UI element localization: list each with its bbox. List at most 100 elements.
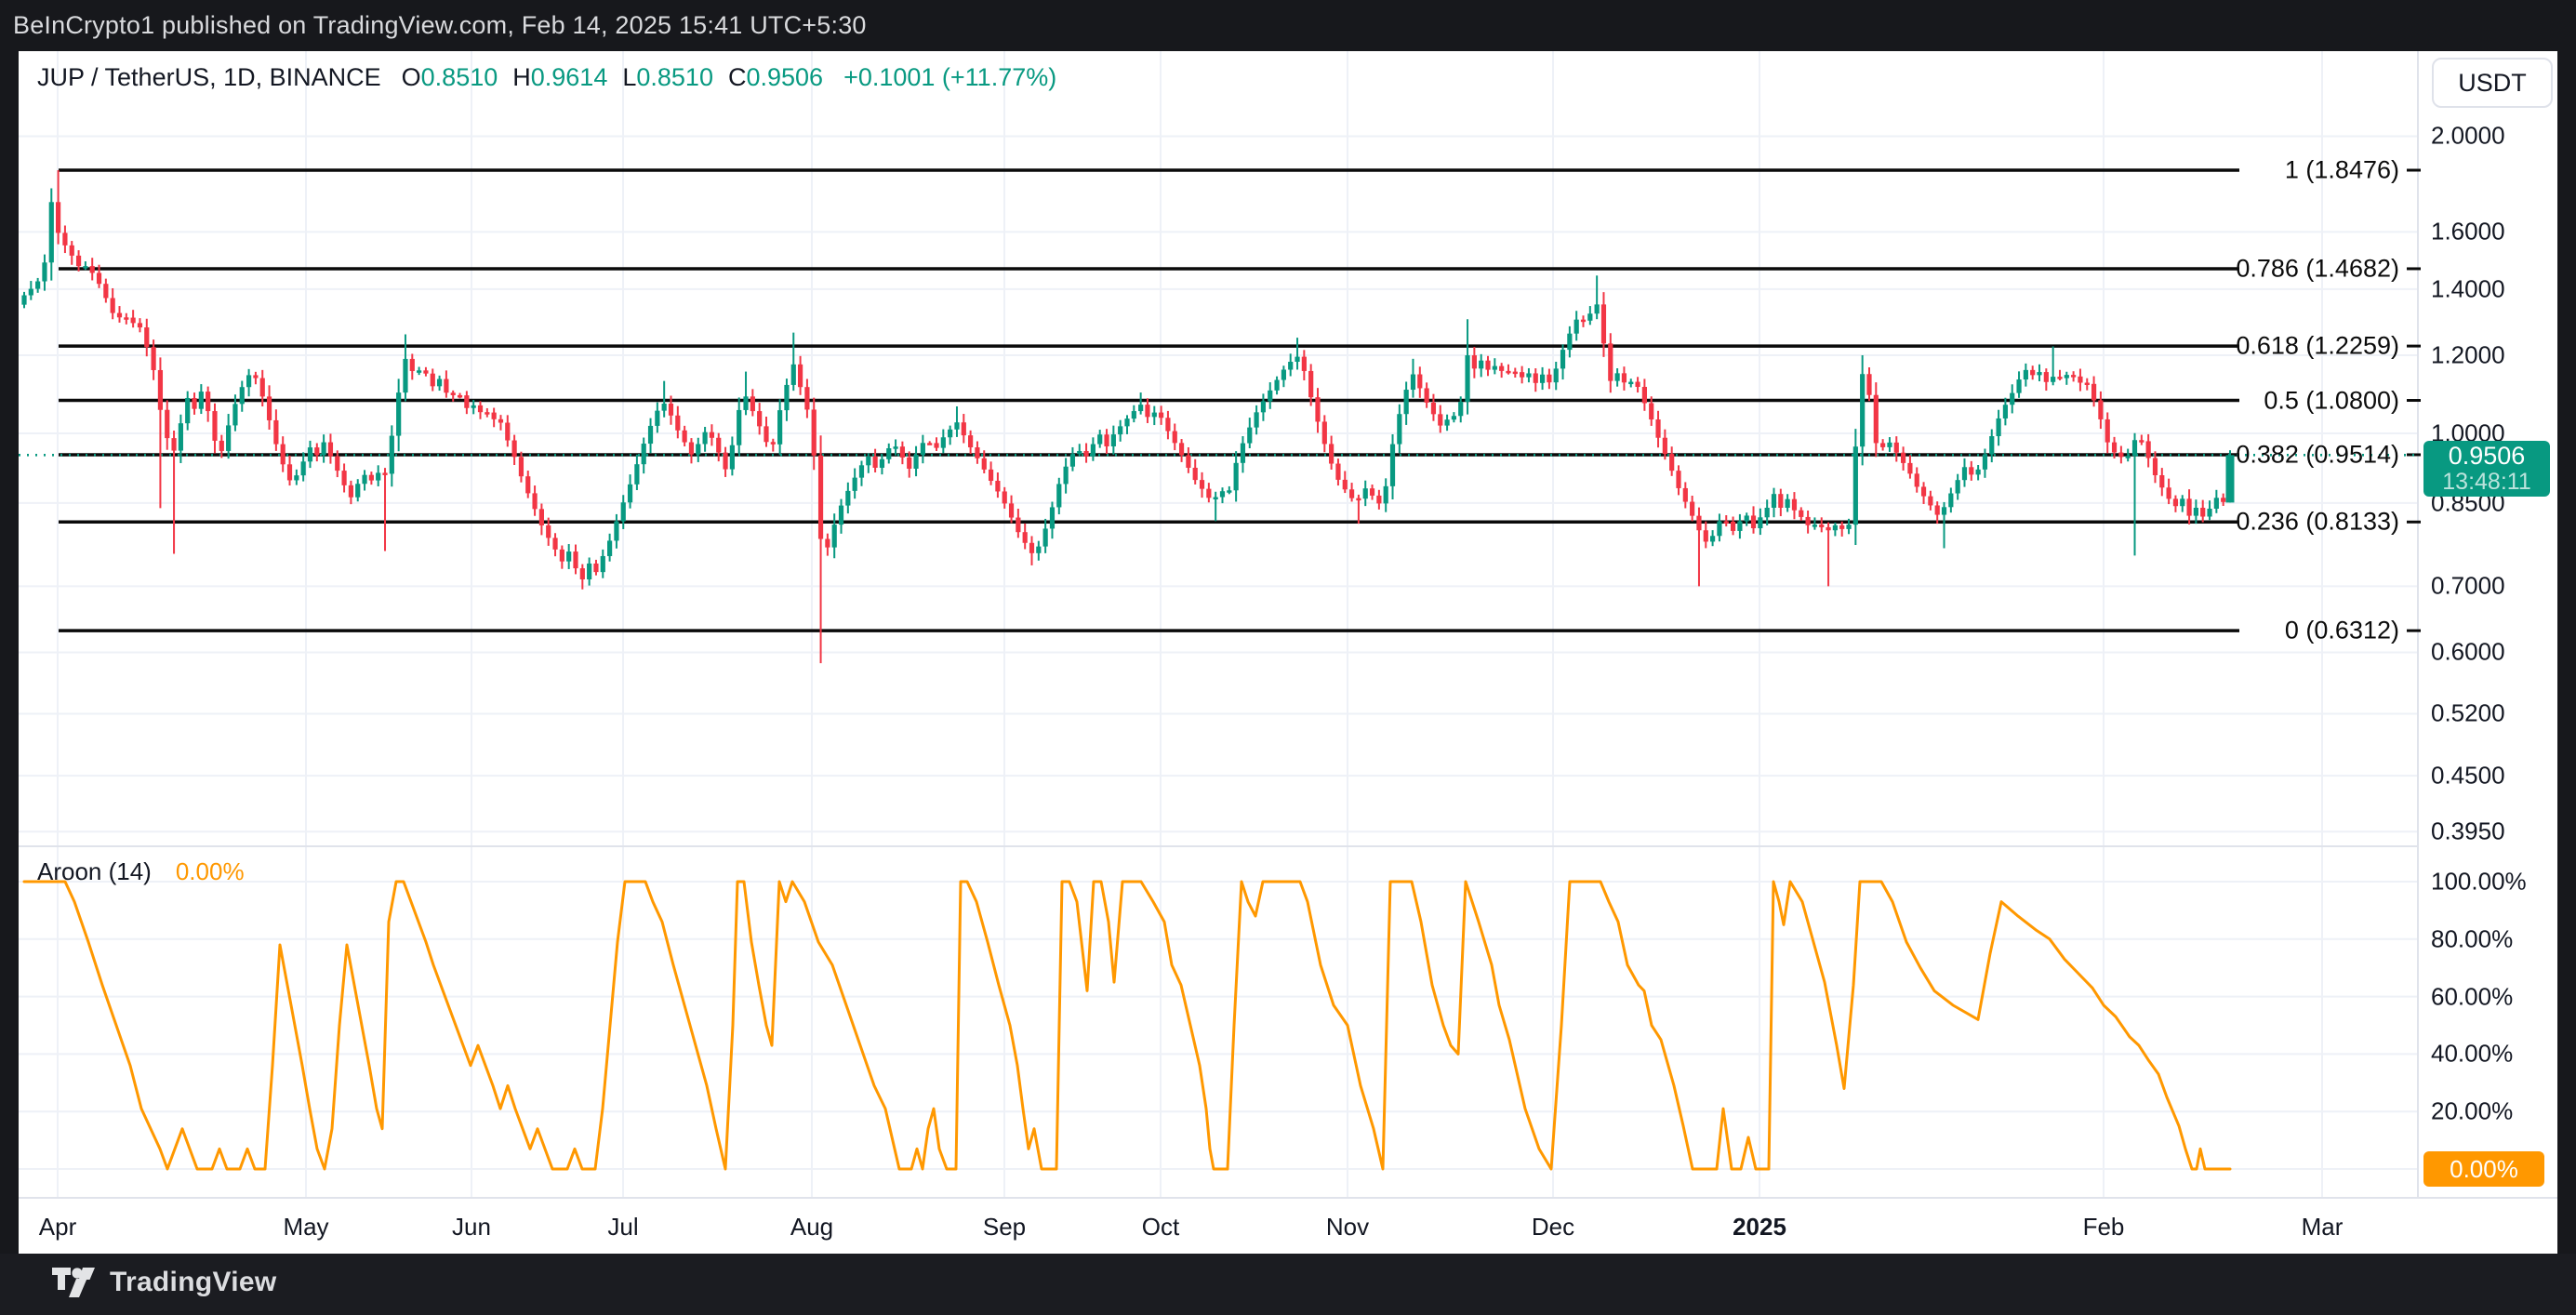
candle bbox=[2153, 458, 2158, 475]
candle bbox=[580, 568, 585, 579]
candle bbox=[1050, 507, 1055, 528]
ohlc-item: C0.9506 bbox=[728, 63, 823, 92]
candle bbox=[1173, 432, 1177, 444]
candle bbox=[2010, 393, 2014, 405]
candle bbox=[607, 540, 612, 556]
candle bbox=[1976, 470, 1981, 475]
candle bbox=[587, 564, 591, 579]
tradingview-logo-link[interactable]: TradingView bbox=[52, 1267, 276, 1298]
symbol-title: JUP / TetherUS, 1D, BINANCE bbox=[37, 63, 381, 92]
last-price: 0.9506 bbox=[2449, 443, 2526, 471]
candle bbox=[1165, 418, 1170, 431]
candle bbox=[1560, 350, 1565, 368]
candle bbox=[431, 374, 435, 387]
time-axis-label: Apr bbox=[39, 1213, 76, 1242]
candle bbox=[2159, 475, 2164, 487]
candle bbox=[702, 432, 707, 445]
candle bbox=[1138, 405, 1143, 411]
candle bbox=[1234, 463, 1239, 490]
candle bbox=[1819, 525, 1824, 527]
change-value: +0.1001 (+11.77%) bbox=[843, 63, 1056, 92]
candle bbox=[2118, 453, 2123, 458]
candlestick-series bbox=[21, 170, 2234, 663]
time-axis-label: Aug bbox=[790, 1213, 833, 1242]
candle bbox=[2126, 456, 2131, 458]
candle bbox=[1356, 498, 1361, 501]
candle bbox=[2112, 443, 2117, 453]
candle bbox=[859, 465, 864, 477]
candle bbox=[2105, 419, 2110, 443]
candle bbox=[1302, 357, 1307, 371]
indicator-axis-label: 100.00% bbox=[2431, 868, 2527, 897]
candle bbox=[1274, 380, 1279, 391]
candle bbox=[655, 411, 659, 426]
candle bbox=[1036, 547, 1041, 553]
last-price-badge: 0.9506 13:48:11 bbox=[2423, 441, 2550, 497]
candle bbox=[2057, 377, 2062, 379]
candle bbox=[1812, 525, 1817, 527]
candle bbox=[1704, 530, 1708, 541]
candle bbox=[1574, 320, 1579, 334]
candle bbox=[2146, 441, 2151, 458]
candle bbox=[308, 447, 312, 461]
candle bbox=[1288, 362, 1293, 369]
currency-toggle-button[interactable]: USDT bbox=[2432, 58, 2553, 108]
candle bbox=[1064, 467, 1069, 485]
candle bbox=[423, 370, 428, 373]
candle bbox=[921, 443, 925, 455]
candle bbox=[2194, 508, 2198, 516]
candle bbox=[2024, 370, 2028, 379]
candle bbox=[1200, 480, 1204, 489]
candle bbox=[1404, 390, 1409, 414]
candle bbox=[2200, 508, 2205, 517]
candle bbox=[634, 464, 639, 485]
candle bbox=[642, 444, 646, 464]
candle bbox=[1799, 511, 1803, 517]
time-axis-label: Sep bbox=[983, 1213, 1026, 1242]
candle bbox=[1513, 372, 1518, 375]
candle bbox=[1956, 480, 1960, 493]
candle bbox=[1227, 490, 1231, 493]
frame-left bbox=[0, 51, 19, 1254]
candle bbox=[144, 327, 149, 347]
candle bbox=[103, 284, 108, 298]
candle bbox=[2098, 400, 2103, 418]
candle bbox=[1132, 411, 1136, 418]
aroon-line bbox=[24, 882, 2230, 1169]
candle bbox=[376, 472, 380, 480]
candle bbox=[1853, 446, 1858, 525]
candle bbox=[1247, 428, 1252, 444]
candle bbox=[812, 409, 817, 455]
chart-canvas[interactable] bbox=[0, 0, 2576, 1315]
candle bbox=[784, 385, 789, 410]
candle bbox=[1241, 444, 1245, 463]
candle bbox=[532, 493, 537, 509]
price-axis-label: 2.0000 bbox=[2431, 122, 2505, 151]
candle bbox=[1152, 413, 1157, 418]
candle bbox=[1642, 387, 1647, 403]
candle bbox=[226, 425, 231, 450]
candle bbox=[1220, 491, 1225, 497]
candle bbox=[560, 550, 564, 562]
candle bbox=[539, 509, 544, 525]
candle bbox=[791, 365, 796, 385]
candle bbox=[1458, 402, 1463, 416]
candle bbox=[281, 445, 285, 465]
candle bbox=[83, 266, 87, 269]
price-axis-label: 1.2000 bbox=[2431, 340, 2505, 369]
candle bbox=[151, 347, 155, 370]
candle bbox=[683, 431, 687, 443]
candle bbox=[1887, 443, 1892, 447]
candle bbox=[29, 289, 33, 296]
candle bbox=[2037, 372, 2041, 375]
candle bbox=[1438, 414, 1442, 425]
candle bbox=[219, 441, 224, 451]
candle bbox=[669, 404, 673, 416]
candle bbox=[934, 443, 938, 447]
candle bbox=[839, 506, 843, 525]
candle bbox=[1731, 522, 1735, 531]
candle bbox=[1628, 382, 1633, 385]
candle bbox=[566, 551, 571, 562]
candle bbox=[131, 318, 136, 324]
candle bbox=[873, 457, 878, 468]
